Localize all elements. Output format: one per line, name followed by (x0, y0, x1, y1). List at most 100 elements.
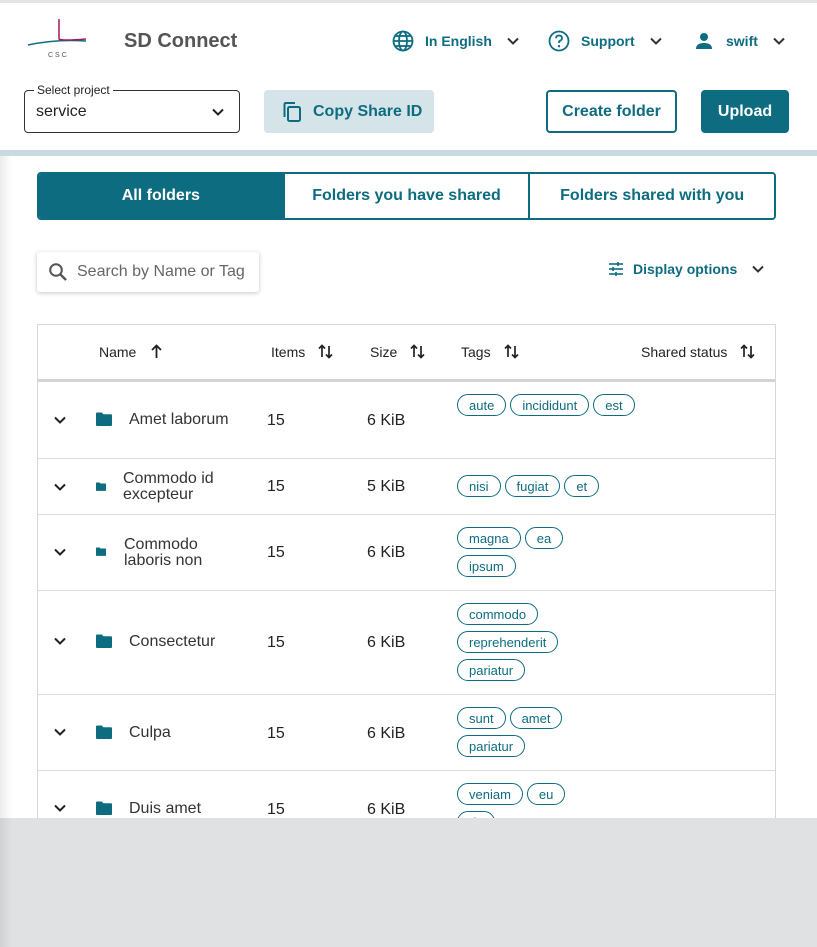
folder-size: 6 KiB (367, 544, 406, 561)
column-label: Items (271, 343, 306, 360)
table-row[interactable]: Consectetur 15 6 KiB commodo reprehender… (38, 591, 775, 695)
tab-folders-you-have-shared[interactable]: Folders you have shared (282, 174, 529, 218)
folder-size: 6 KiB (367, 412, 406, 429)
background-area (0, 818, 817, 947)
folder-items: 15 (267, 478, 285, 495)
tag-list: nisi fugiat et (457, 475, 637, 497)
folder-size: 6 KiB (367, 801, 406, 818)
folder-size: 5 KiB (367, 478, 406, 495)
toolbar-divider (0, 150, 817, 156)
create-folder-button[interactable]: Create folder (546, 90, 677, 133)
tag: pariatur (457, 735, 526, 757)
folder-icon (96, 412, 112, 426)
tag: amet (509, 707, 563, 729)
folder-name[interactable]: Culpa (129, 725, 171, 741)
folder-icon (96, 482, 106, 491)
folder-items: 15 (267, 544, 285, 561)
search-icon (49, 263, 67, 281)
tag: incididunt (510, 394, 590, 416)
tag: reprehenderit (457, 631, 559, 653)
folder-items: 15 (267, 412, 285, 429)
column-header-items[interactable]: Items (271, 343, 334, 360)
search-input[interactable] (77, 263, 252, 281)
tag: sunt (457, 707, 506, 729)
copy-share-id-button[interactable]: Copy Share ID (264, 90, 434, 133)
tag-list: magna ea ipsum (457, 527, 587, 577)
user-label: swift (726, 33, 758, 49)
chevron-down-icon (212, 108, 224, 116)
tag: est (593, 394, 635, 416)
sort-ascending-icon (151, 344, 162, 358)
tag: aute (457, 394, 507, 416)
sort-arrows-icon (740, 344, 755, 359)
folder-size: 6 KiB (367, 725, 406, 742)
folder-icon (96, 634, 112, 648)
folder-items: 15 (267, 801, 285, 818)
language-menu[interactable]: In English (391, 27, 520, 55)
project-select[interactable]: Select project service (24, 83, 240, 133)
column-label: Size (370, 343, 398, 360)
tag: eu (526, 783, 566, 805)
table-row[interactable]: Amet laborum 15 6 KiB aute incididunt es… (38, 382, 775, 459)
display-options-button[interactable]: Display options (608, 261, 765, 277)
chevron-down-icon[interactable] (52, 544, 68, 560)
tag-list: sunt amet pariatur (457, 707, 587, 757)
folder-icon (96, 725, 112, 739)
logo-text: CSC (48, 52, 69, 59)
folder-name[interactable]: Commodo id excepteur (123, 471, 238, 503)
chevron-down-icon (773, 37, 785, 45)
tag: commodo (457, 603, 539, 625)
folder-icon (96, 547, 106, 556)
project-select-value: service (36, 103, 87, 120)
column-header-tags[interactable]: Tags (461, 343, 520, 360)
chevron-down-icon[interactable] (52, 479, 68, 495)
folder-size: 6 KiB (367, 634, 406, 651)
table-row[interactable]: Commodo laboris non 15 6 KiB magna ea ip… (38, 515, 775, 591)
support-menu[interactable]: Support (547, 27, 663, 55)
tag: do (457, 811, 496, 818)
table-row[interactable]: Duis amet 15 6 KiB veniam eu do (38, 771, 775, 818)
tag-list: commodo reprehenderit pariatur (457, 603, 587, 681)
chevron-down-icon (649, 37, 662, 45)
chevron-down-icon[interactable] (52, 800, 68, 816)
tag: et (564, 475, 600, 497)
table-header: Name Items Size Tags Shared status (38, 325, 775, 382)
folder-name[interactable]: Duis amet (129, 801, 201, 817)
chevron-down-icon[interactable] (52, 412, 68, 428)
tag-list: aute incididunt est (457, 394, 637, 416)
tag: magna (457, 527, 521, 549)
folder-items: 15 (267, 634, 285, 651)
tag-list: veniam eu do (457, 783, 587, 818)
support-label: Support (581, 33, 635, 49)
column-label: Name (99, 343, 137, 360)
tab-all-folders[interactable]: All folders (39, 174, 283, 218)
csc-logo[interactable]: CSC (26, 17, 90, 63)
folder-items: 15 (267, 725, 285, 742)
column-header-name[interactable]: Name (99, 343, 165, 360)
user-menu[interactable]: swift (692, 27, 786, 55)
folder-name[interactable]: Amet laborum (129, 412, 229, 428)
sort-arrows-icon (318, 344, 333, 359)
tag: fugiat (504, 475, 561, 497)
tune-icon (609, 262, 623, 276)
help-circle-icon (548, 30, 570, 52)
tab-folders-shared-with-you[interactable]: Folders shared with you (528, 174, 774, 218)
folders-table: Name Items Size Tags Shared status Amet … (37, 324, 776, 818)
chevron-down-icon (752, 265, 764, 273)
column-header-shared-status[interactable]: Shared status (641, 343, 756, 360)
chevron-down-icon[interactable] (52, 724, 68, 740)
folder-name[interactable]: Commodo laboris non (124, 537, 234, 569)
folder-tabs: All folders Folders you have shared Fold… (37, 172, 776, 220)
column-header-size[interactable]: Size (370, 343, 426, 360)
table-row[interactable]: Culpa 15 6 KiB sunt amet pariatur (38, 695, 775, 771)
table-row[interactable]: Commodo id excepteur 15 5 KiB nisi fugia… (38, 459, 775, 515)
sort-arrows-icon (503, 344, 519, 359)
chevron-down-icon (507, 37, 519, 45)
app-page: CSC SD Connect In English Support swift … (0, 0, 817, 818)
person-icon (696, 33, 712, 49)
folder-name[interactable]: Consectetur (129, 634, 215, 650)
folder-icon (96, 801, 112, 815)
upload-button[interactable]: Upload (701, 90, 789, 133)
chevron-down-icon[interactable] (52, 633, 68, 649)
project-select-legend: Select project (34, 83, 113, 97)
